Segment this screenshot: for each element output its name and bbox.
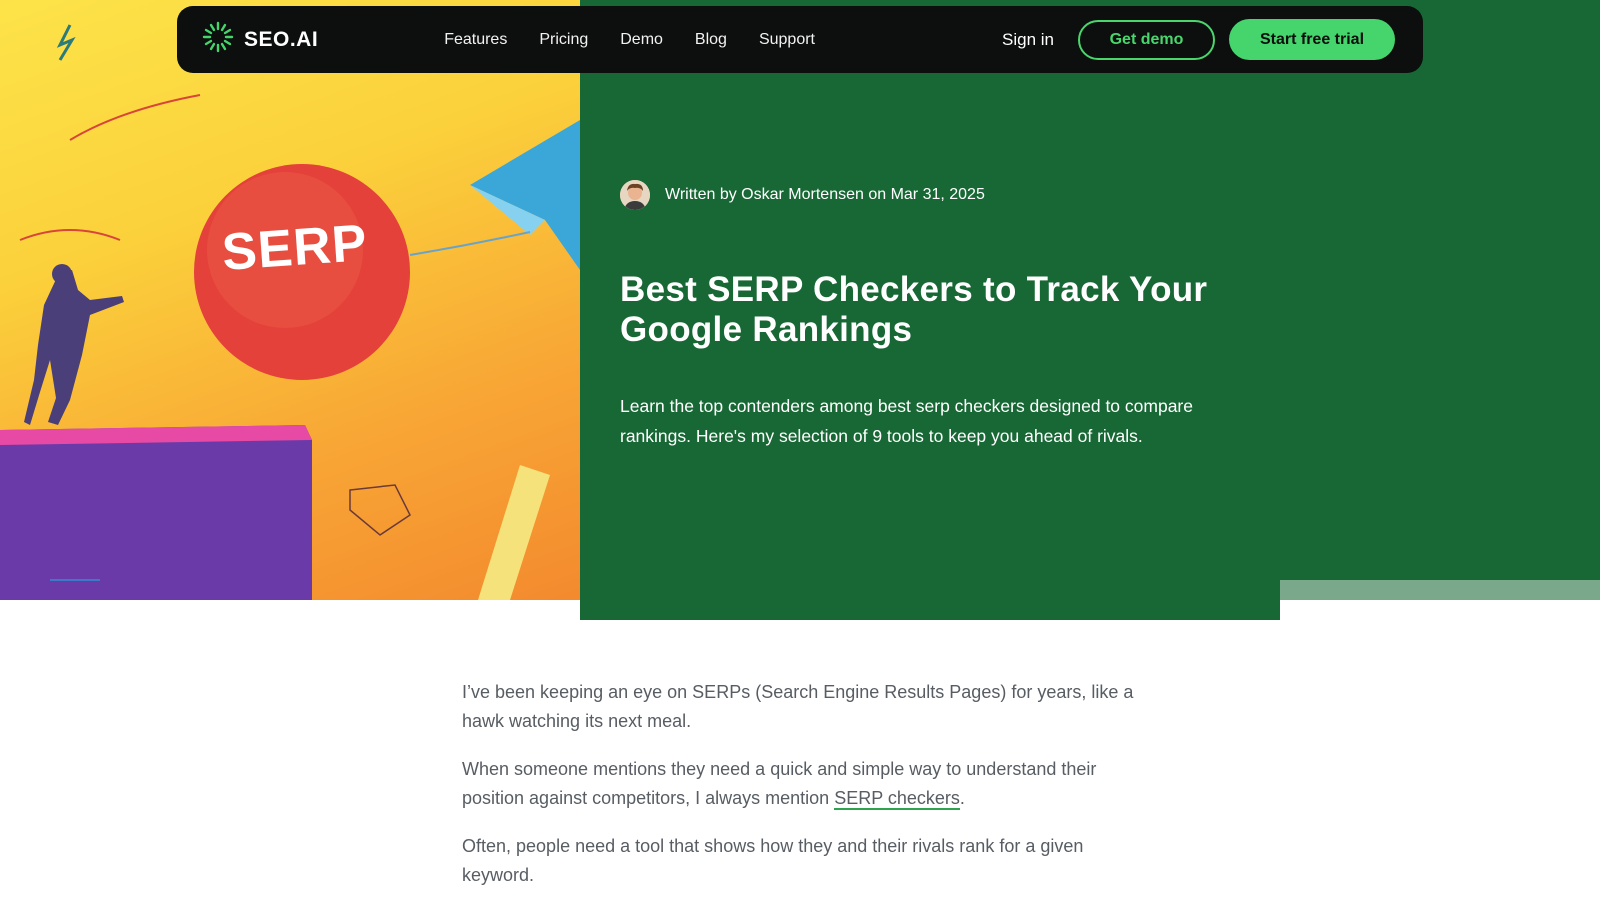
hero-illustration: SERP — [0, 0, 580, 600]
sunburst-logo-icon — [201, 20, 235, 59]
nav-link-blog[interactable]: Blog — [695, 31, 727, 49]
page-subtitle: Learn the top contenders among best serp… — [620, 396, 1193, 446]
article-paragraph-1: I’ve been keeping an eye on SERPs (Searc… — [462, 682, 1134, 731]
logo-text: SEO.AI — [244, 27, 319, 51]
article-paragraph-2: When someone mentions they need a quick … — [462, 755, 1142, 813]
page-title: Best SERP Checkers to Track Your Google … — [620, 270, 1208, 349]
nav-links: Features Pricing Demo Blog Support — [444, 31, 815, 49]
get-demo-button[interactable]: Get demo — [1078, 19, 1215, 60]
article-paragraph-3: Often, people need a tool that shows how… — [462, 836, 1084, 885]
serp-checkers-link[interactable]: SERP checkers — [834, 788, 960, 810]
top-navbar: SEO.AI Features Pricing Demo Blog Suppor… — [177, 6, 1423, 73]
article-body: I’ve been keeping an eye on SERPs (Searc… — [462, 678, 1142, 909]
nav-link-pricing[interactable]: Pricing — [539, 31, 588, 49]
paragraph-2-text: When someone mentions they need a quick … — [462, 759, 1097, 808]
byline-text: Written by Oskar Mortensen on Mar 31, 20… — [665, 186, 985, 203]
hero-accent-strip — [1280, 580, 1600, 600]
sign-in-link[interactable]: Sign in — [1002, 30, 1054, 50]
nav-link-support[interactable]: Support — [759, 31, 815, 49]
nav-link-features[interactable]: Features — [444, 31, 507, 49]
paragraph-2-end: . — [959, 788, 965, 808]
author-byline: Written by Oskar Mortensen on Mar 31, 20… — [620, 180, 985, 210]
nav-link-demo[interactable]: Demo — [620, 31, 663, 49]
author-avatar[interactable] — [620, 180, 650, 210]
serp-ball-label: SERP — [220, 213, 370, 283]
start-free-trial-button[interactable]: Start free trial — [1229, 19, 1395, 60]
nav-actions: Sign in Get demo Start free trial — [1002, 19, 1395, 60]
logo[interactable]: SEO.AI — [201, 20, 318, 59]
hero-panel-extension — [1280, 0, 1600, 580]
